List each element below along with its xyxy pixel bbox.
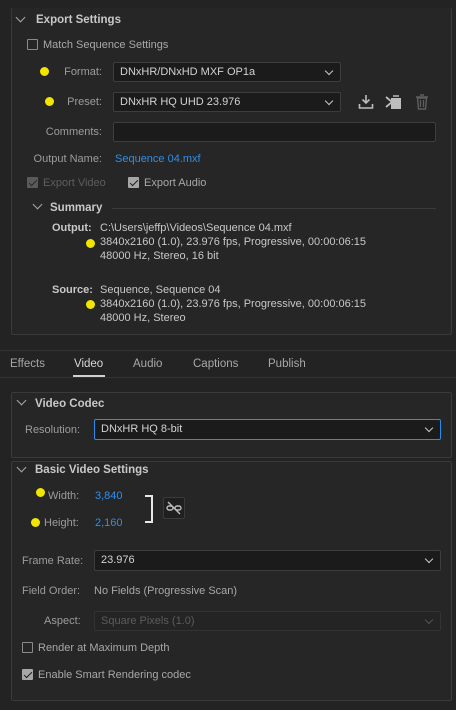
export-audio-label: Export Audio <box>144 177 207 189</box>
comments-label: Comments: <box>45 126 102 138</box>
tab-video[interactable]: Video <box>74 358 103 370</box>
resolution-label: Resolution: <box>25 424 81 436</box>
video-codec-title: Video Codec <box>35 398 105 410</box>
aspect-dropdown[interactable]: Square Pixels (1.0) <box>94 611 441 631</box>
field-order-value: No Fields (Progressive Scan) <box>94 585 238 597</box>
match-sequence-checkbox[interactable] <box>27 39 38 50</box>
tab-audio[interactable]: Audio <box>133 358 162 370</box>
summary-divider <box>112 208 436 209</box>
resolution-value: DNxHR HQ 8-bit <box>101 423 183 435</box>
basic-video-title: Basic Video Settings <box>35 464 149 476</box>
unlink-icon <box>166 501 182 515</box>
frame-rate-label: Frame Rate: <box>22 555 84 567</box>
summary-source-video: 3840x2160 (1.0), 23.976 fps, Progressive… <box>100 298 367 310</box>
output-name-link[interactable]: Sequence 04.mxf <box>115 153 201 165</box>
width-highlight-dot <box>36 488 45 497</box>
height-highlight-dot <box>31 518 40 527</box>
chevron-down-icon <box>324 96 334 106</box>
chevron-down-icon <box>324 66 334 76</box>
tab-effects[interactable]: Effects <box>10 358 45 370</box>
summary-output-video: 3840x2160 (1.0), 23.976 fps, Progressive… <box>100 236 367 248</box>
tab-publish[interactable]: Publish <box>268 358 306 370</box>
summary-source-name: Sequence, Sequence 04 <box>100 284 221 296</box>
frame-rate-dropdown[interactable]: 23.976 <box>94 550 441 571</box>
output-highlight-dot <box>86 239 95 248</box>
summary-output-path: C:\Users\jeffp\Videos\Sequence 04.mxf <box>100 222 292 234</box>
source-highlight-dot <box>86 300 95 309</box>
summary-title: Summary <box>50 202 103 214</box>
export-video-label: Export Video <box>43 177 106 189</box>
width-value[interactable]: 3,840 <box>95 490 123 502</box>
save-preset-icon[interactable] <box>357 93 375 111</box>
summary-output-label: Output: <box>52 222 92 234</box>
import-preset-icon[interactable] <box>384 93 404 111</box>
format-dropdown[interactable]: DNxHR/DNxHD MXF OP1a <box>113 62 341 82</box>
summary-output-audio: 48000 Hz, Stereo, 16 bit <box>100 250 219 262</box>
export-audio-checkbox[interactable] <box>128 177 139 188</box>
delete-preset-icon[interactable] <box>414 93 430 111</box>
export-video-checkbox[interactable] <box>27 177 38 188</box>
summary-source-audio: 48000 Hz, Stereo <box>100 312 186 324</box>
chevron-down-icon <box>424 615 434 625</box>
aspect-value: Square Pixels (1.0) <box>101 615 195 627</box>
smart-rendering-label: Enable Smart Rendering codec <box>38 669 191 681</box>
render-max-depth-label: Render at Maximum Depth <box>38 642 170 654</box>
match-sequence-label: Match Sequence Settings <box>43 39 169 51</box>
tabs-bottom-divider <box>0 377 456 378</box>
output-name-label: Output Name: <box>33 153 102 165</box>
tab-captions[interactable]: Captions <box>193 358 238 370</box>
height-value[interactable]: 2,160 <box>95 517 123 529</box>
field-order-label: Field Order: <box>22 585 81 597</box>
chevron-down-icon <box>424 554 434 564</box>
constrain-proportions-button[interactable] <box>163 497 185 519</box>
preset-dropdown[interactable]: DNxHR HQ UHD 23.976 <box>113 92 341 112</box>
aspect-label: Aspect: <box>44 615 81 627</box>
frame-rate-value: 23.976 <box>101 554 135 566</box>
smart-rendering-checkbox[interactable] <box>22 669 33 680</box>
aspect-link-bracket <box>145 495 153 523</box>
preset-label: Preset: <box>67 96 102 108</box>
summary-source-label: Source: <box>52 284 93 296</box>
height-label: Height: <box>44 517 79 529</box>
resolution-dropdown[interactable]: DNxHR HQ 8-bit <box>94 419 441 440</box>
comments-input[interactable] <box>113 122 436 142</box>
format-label: Format: <box>64 66 102 78</box>
export-settings-title: Export Settings <box>36 14 121 26</box>
chevron-down-icon <box>424 423 434 433</box>
render-max-depth-checkbox[interactable] <box>22 642 33 653</box>
width-label: Width: <box>48 490 80 502</box>
tabs-top-divider <box>0 350 456 351</box>
preset-value: DNxHR HQ UHD 23.976 <box>120 96 241 108</box>
format-value: DNxHR/DNxHD MXF OP1a <box>120 66 256 78</box>
